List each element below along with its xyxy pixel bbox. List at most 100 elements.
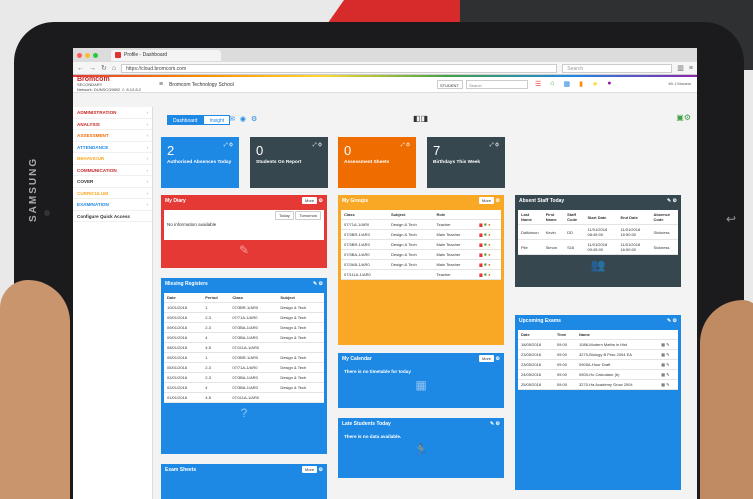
group-icon[interactable]: ● [488, 262, 490, 267]
calculator-icon[interactable]: ▦ [661, 342, 665, 347]
table-row[interactable]: 01/01/2018 4-5 07/111A-1/AR0 [164, 392, 324, 403]
sidebar-item[interactable]: COMMUNICATION › [73, 165, 152, 176]
settings-icon[interactable]: ⚙ [251, 115, 257, 123]
star-icon[interactable]: ✱ [484, 262, 487, 267]
group-icon[interactable]: ● [488, 242, 490, 247]
summary-tile[interactable]: 2 Authorised Absences Today ⤢ ⚙ [161, 137, 239, 188]
star-icon[interactable]: ✱ [484, 242, 487, 247]
table-row[interactable]: Pile Simon S16 11/01/2018 09:45:00 11/01/201… [518, 239, 678, 255]
sidebar-item[interactable]: CURRICULUM › [73, 188, 152, 199]
table-row[interactable]: 23/05/2018 09:00 3270-Biology B Prac 2004 … [518, 349, 678, 360]
star-icon[interactable]: ★ [592, 80, 598, 88]
today-button[interactable]: Today [275, 211, 294, 220]
sidebar-item[interactable]: ASSESSMENT › [73, 130, 152, 142]
row-actions[interactable]: ▆ ✱ ● [476, 269, 501, 280]
apps-icon[interactable]: ▦ [564, 80, 571, 88]
table-row[interactable]: 09/01/2018 4 07/3BA-1/AR0 Design & Tech [164, 332, 324, 343]
calendar-more-button[interactable]: More [479, 355, 495, 362]
minimize-dot[interactable] [85, 52, 90, 58]
close-dot[interactable] [77, 52, 82, 58]
star-icon[interactable]: ✱ [484, 222, 487, 227]
browser-search-field[interactable]: Search [562, 63, 673, 73]
row-actions[interactable]: ▦ ✎ [658, 349, 678, 360]
table-row[interactable]: 02/01/2018 2-3 07/3BA-1/AR0 Design & Tech [164, 372, 324, 383]
table-row[interactable]: 23/05/2018 09:00 0900A-Hour Draft ▦ ✎ [518, 359, 678, 370]
edit-icon[interactable]: ✎ [666, 382, 669, 387]
sidebar-item[interactable]: Configure Quick Access [73, 211, 152, 222]
row-actions[interactable]: ▦ ✎ [658, 369, 678, 380]
home-icon[interactable]: ⌂ [550, 80, 554, 88]
chart-icon[interactable]: ▆ [479, 222, 482, 227]
school-select[interactable]: Bromcom Technology School [169, 82, 234, 88]
table-row[interactable]: Dalkinson Kevin DD 11/01/2018 08:45:00 11/01… [518, 224, 678, 240]
table-row[interactable]: 05/01/2018 2-3 07/71A-1/AR0 Design & Tech [164, 362, 324, 373]
group-icon[interactable]: ● [488, 222, 490, 227]
insight-toggle[interactable]: Insight [203, 115, 231, 125]
row-actions[interactable]: ▦ ✎ [658, 339, 678, 350]
info-icon[interactable]: ● [607, 80, 611, 88]
edit-icon[interactable]: ✎ [666, 372, 669, 377]
summary-tile[interactable]: 0 Assessment Sheets ⤢ ⚙ [338, 137, 416, 188]
chart-icon[interactable]: ▆ [479, 232, 482, 237]
calculator-icon[interactable]: ▦ [661, 372, 665, 377]
star-icon[interactable]: ✱ [484, 252, 487, 257]
table-row[interactable]: 02/01/2018 4 07/3BA-1/AR0 Design & Tech [164, 382, 324, 393]
bromcom-logo[interactable]: Bromcom SECONDARY Network: DUNSCO9892 ☺ … [77, 76, 159, 92]
sidebar-item[interactable]: BEHAVIOUR › [73, 153, 152, 165]
row-actions[interactable]: ▆ ✱ ● [476, 219, 501, 230]
sidebar-item[interactable]: ADMINISTRATION › [73, 107, 152, 119]
expand-icon[interactable]: ⤢ ⚙ [224, 142, 233, 148]
star-icon[interactable]: ✱ [484, 272, 487, 277]
sidebar-item[interactable]: COVER › [73, 176, 152, 188]
table-row[interactable]: 25/05/2018 09:00 3270-Ha Academy Grow 2004… [518, 379, 678, 390]
expand-icon[interactable]: ⤢ ⚙ [313, 142, 322, 148]
row-actions[interactable]: ▆ ✱ ● [476, 249, 501, 260]
table-row[interactable]: 07/71A-1/AR0 Design & Tech Teacher ▆ ✱ ● [341, 219, 501, 230]
dashboard-toggle[interactable]: Dashboard [167, 115, 204, 125]
table-row[interactable]: 08/01/2018 4-5 07/111A-1/AR0 [164, 342, 324, 353]
row-actions[interactable]: ▆ ✱ ● [476, 239, 501, 250]
maximize-dot[interactable] [93, 52, 98, 58]
table-row[interactable]: 05/01/2018 1 07/3BR-1/AR0 Design & Tech [164, 352, 324, 363]
edit-icon[interactable]: ✎ [666, 352, 669, 357]
table-row[interactable]: 07/111A-1/AR0 Teacher ▆ ✱ ● [341, 269, 501, 280]
library-icon[interactable]: ▥ [677, 64, 684, 72]
app-search-input[interactable]: Search [466, 80, 528, 89]
table-row[interactable]: 24/05/2018 09:00 0500-Ho Calculator (b) ▦ ✎ [518, 369, 678, 380]
tomorrow-button[interactable]: Tomorrow [295, 211, 321, 220]
group-icon[interactable]: ● [488, 232, 490, 237]
group-icon[interactable]: ● [488, 272, 490, 277]
student-select[interactable]: STUDENT [437, 80, 463, 89]
expand-icon[interactable]: ⤢ ⚙ [490, 142, 499, 148]
sidebar-item[interactable]: EXAMINATION › [73, 199, 152, 211]
group-icon[interactable]: ● [488, 252, 490, 257]
expand-icon[interactable]: ⤢ ⚙ [401, 142, 410, 148]
table-row[interactable]: 07/3BR-1/AR0 Design & Tech Main Teacher ▆ ✱… [341, 239, 501, 250]
row-actions[interactable]: ▦ ✎ [658, 379, 678, 390]
reload-icon[interactable]: ↻ [101, 64, 107, 72]
table-row[interactable]: 18/05/2018 09:00 1086-Modern Maths in Hist… [518, 339, 678, 350]
table-row[interactable]: 09/01/2018 2-3 07/71A-1/AR0 Design & Tech [164, 312, 324, 323]
hamburger-icon[interactable]: ≡ [159, 81, 163, 88]
summary-tile[interactable]: 0 Students On Report ⤢ ⚙ [250, 137, 328, 188]
email-icon[interactable]: ✉ [229, 115, 235, 123]
sidebar-item[interactable]: ANALYSIS › [73, 119, 152, 130]
dashboard-settings-icon[interactable]: ▣⚙ [676, 113, 691, 122]
calculator-icon[interactable]: ▦ [661, 362, 665, 367]
table-row[interactable]: 10/01/2018 1 07/3BR-1/AR0 Design & Tech [164, 302, 324, 313]
row-actions[interactable]: ▦ ✎ [658, 359, 678, 370]
bookmark-icon[interactable]: ▮ [579, 80, 583, 88]
groups-more-button[interactable]: More [479, 197, 495, 204]
home-icon[interactable]: ⌂ [112, 65, 116, 72]
chart-icon[interactable]: ▆ [479, 242, 482, 247]
browser-tab[interactable]: Profile - Dashboard [111, 49, 221, 61]
table-row[interactable]: 07/3AB-1/AR0 Design & Tech Main Teacher ▆ ✱… [341, 259, 501, 270]
exam-sheets-more-button[interactable]: More [302, 466, 318, 473]
chart-icon[interactable]: ▆ [479, 272, 482, 277]
star-icon[interactable]: ✱ [484, 232, 487, 237]
forward-arrow-icon[interactable]: → [89, 65, 96, 72]
menu-grid-icon[interactable]: ☰ [535, 80, 541, 88]
table-row[interactable]: 07/3BA-1/AR0 Design & Tech Main Teacher ▆ ✱… [341, 249, 501, 260]
edit-icon[interactable]: ✎ [666, 362, 669, 367]
calculator-icon[interactable]: ▦ [661, 352, 665, 357]
